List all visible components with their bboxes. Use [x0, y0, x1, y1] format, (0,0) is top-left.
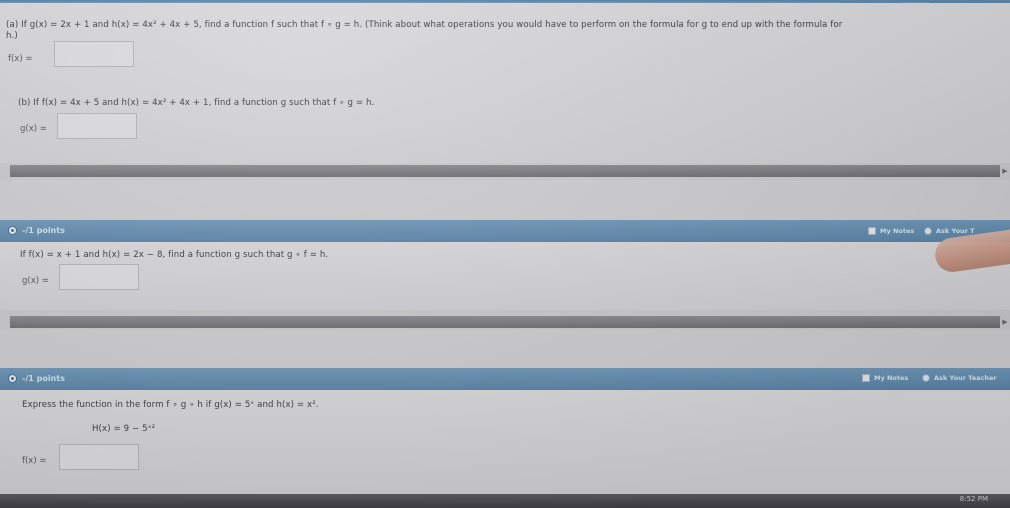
problem-3-ask-teacher-button[interactable]: Ask Your Teacher — [934, 374, 997, 382]
problem-1-part-a-text: (a) If g(x) = 2x + 1 and h(x) = 4x² + 4x… — [6, 20, 843, 30]
problem-3-points: -/1 points — [22, 374, 65, 383]
notes-icon[interactable] — [862, 374, 870, 382]
part-a-answer-label: f(x) = — [8, 54, 33, 64]
problem-2-my-notes-button[interactable]: My Notes — [880, 227, 914, 235]
problem-2-points: -/1 points — [22, 226, 65, 235]
spacer-panel-2 — [0, 330, 1010, 368]
spacer-panel-1 — [0, 180, 1010, 220]
problem-3-radio-icon[interactable] — [8, 374, 17, 383]
problem-3-text: Express the function in the form f ∘ g ∘… — [22, 400, 319, 410]
problem-2-text: If f(x) = x + 1 and h(x) = 2x − 8, find … — [20, 250, 329, 260]
problem-3-answer-label: f(x) = — [22, 456, 47, 466]
problem-2-answer-input[interactable] — [59, 264, 139, 290]
problem-2-radio-icon[interactable] — [8, 226, 17, 235]
problem-2-ask-teacher-button[interactable]: Ask Your T — [936, 227, 975, 235]
taskbar-clock: 8:52 PM — [959, 495, 988, 503]
part-a-answer-input[interactable] — [54, 41, 134, 67]
problem-2-answer-label: g(x) = — [22, 276, 49, 286]
scroll-right-icon[interactable]: ▶ — [1001, 165, 1009, 177]
horizontal-scrollbar-1[interactable] — [10, 165, 1000, 177]
ask-teacher-icon[interactable] — [924, 227, 932, 235]
horizontal-scrollbar-2[interactable] — [10, 316, 1000, 328]
problem-3-my-notes-button[interactable]: My Notes — [874, 374, 908, 382]
ask-teacher-icon[interactable] — [922, 374, 930, 382]
part-b-answer-label: g(x) = — [20, 124, 47, 134]
problem-3-header — [0, 368, 1010, 390]
problem-1-part-a-text-cont: h.) — [6, 31, 18, 41]
notes-icon[interactable] — [868, 227, 876, 235]
problem-1-part-b-text: (b) If f(x) = 4x + 5 and h(x) = 4x² + 4x… — [18, 98, 375, 108]
problem-3-answer-input[interactable] — [59, 444, 139, 470]
scroll-right-icon[interactable]: ▶ — [1001, 316, 1009, 328]
part-b-answer-input[interactable] — [57, 113, 137, 139]
problem-2-header — [0, 220, 1010, 242]
taskbar: 8:52 PM — [0, 494, 1010, 508]
problem-3-function-line: H(x) = 9 − 5ˣ² — [92, 424, 156, 434]
